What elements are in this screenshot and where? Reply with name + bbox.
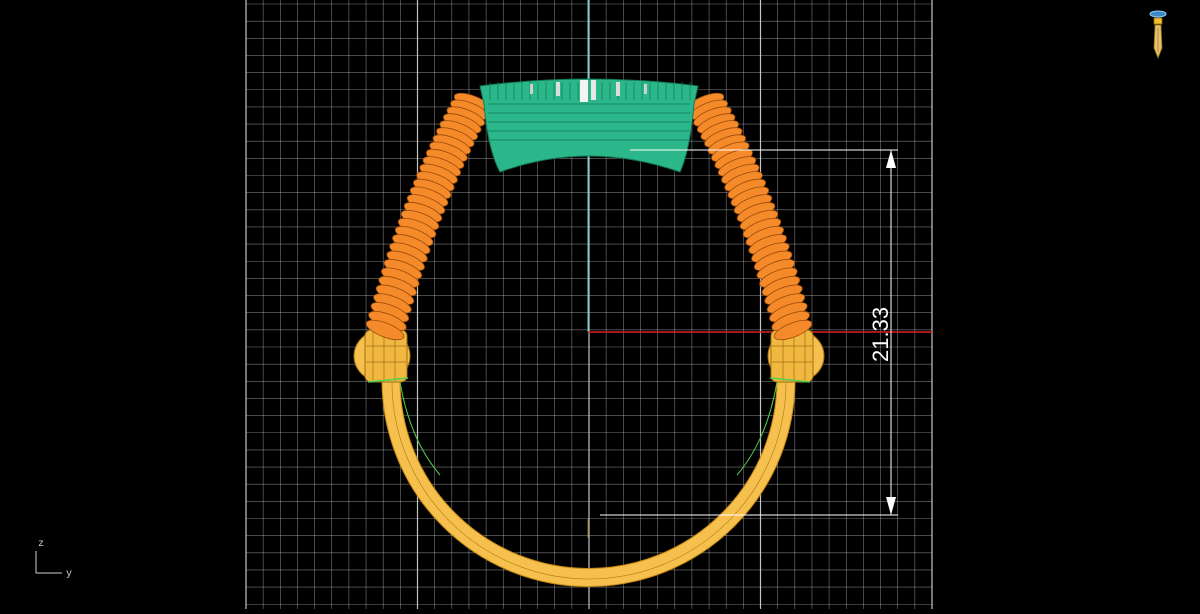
modeling-viewport[interactable]: 21.33 z y [0,0,1200,609]
axis-indicator: z y [35,539,72,580]
pen-tool-icon[interactable] [1149,10,1167,60]
dimension-value: 21.33 [868,307,893,362]
viewport-canvas[interactable]: 21.33 z y [0,0,1200,609]
axis-label-z: z [38,539,44,550]
axis-label-y: y [66,569,72,580]
